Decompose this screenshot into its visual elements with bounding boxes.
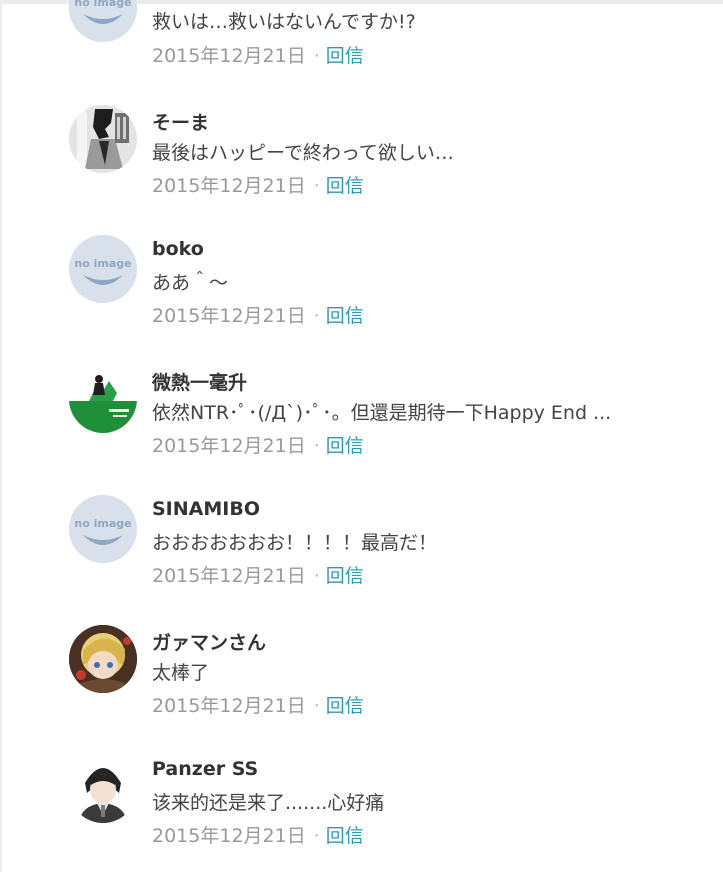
comment-text: 依然NTR･ﾟ･(/Д`)･ﾟ･。但還是期待一下Happy End ... <box>152 402 612 424</box>
comment-text: ああ＾～ <box>152 272 229 294</box>
meta-separator: · <box>313 565 320 587</box>
no-image-avatar[interactable]: no image <box>69 0 137 42</box>
no-image-avatar[interactable]: no image <box>69 235 137 303</box>
comment-author[interactable]: 微熱一毫升 <box>152 368 247 395</box>
comment-item: no image boko ああ＾～ 2015年12月21日 · 回信 <box>0 230 723 360</box>
comment-text: 救いは…救いはないんですか!? <box>152 11 416 33</box>
no-image-avatar[interactable]: no image <box>69 495 137 563</box>
svg-text:no image: no image <box>74 257 131 270</box>
comment-author[interactable]: Panzer SS <box>152 758 258 780</box>
reply-link[interactable]: 回信 <box>326 695 364 717</box>
meta-separator: · <box>313 435 320 457</box>
comment-meta: 2015年12月21日 · 回信 <box>152 821 364 848</box>
svg-text:no image: no image <box>74 517 131 530</box>
comment-meta: 2015年12月21日 · 回信 <box>152 171 364 198</box>
comment-date: 2015年12月21日 <box>152 305 306 327</box>
reply-link[interactable]: 回信 <box>326 305 364 327</box>
reply-link[interactable]: 回信 <box>326 45 364 67</box>
comment-item: そーま 最後はハッピーで終わって欲しい… 2015年12月21日 · 回信 <box>0 100 723 230</box>
meta-separator: · <box>313 695 320 717</box>
comment-date: 2015年12月21日 <box>152 825 306 847</box>
green-logo-avatar[interactable] <box>69 365 137 433</box>
comment-text: おおおおおおお！！！！最高だ！ <box>152 532 438 554</box>
comment-date: 2015年12月21日 <box>152 435 306 457</box>
anime-boy-avatar[interactable] <box>69 755 137 823</box>
comment-date: 2015年12月21日 <box>152 45 306 67</box>
comment-author[interactable]: ガァマンさん <box>152 628 266 655</box>
comment-text: 太棒了 <box>152 662 210 684</box>
comment-date: 2015年12月21日 <box>152 565 306 587</box>
meta-separator: · <box>313 175 320 197</box>
comment-author[interactable]: そーま <box>152 108 209 135</box>
comment-item: no image SINAMIBO おおおおおおお！！！！最高だ！ 2015年1… <box>0 490 723 620</box>
comment-item: ガァマンさん 太棒了 2015年12月21日 · 回信 <box>0 620 723 750</box>
reply-link[interactable]: 回信 <box>326 435 364 457</box>
anime-girl-avatar[interactable] <box>69 625 137 693</box>
reply-link[interactable]: 回信 <box>326 565 364 587</box>
comment-meta: 2015年12月21日 · 回信 <box>152 561 364 588</box>
reply-link[interactable]: 回信 <box>326 825 364 847</box>
comment-meta: 2015年12月21日 · 回信 <box>152 431 364 458</box>
comment-date: 2015年12月21日 <box>152 175 306 197</box>
comment-meta: 2015年12月21日 · 回信 <box>152 41 364 68</box>
comment-text: 最後はハッピーで終わって欲しい… <box>152 142 454 164</box>
manga-avatar[interactable] <box>69 105 137 173</box>
reply-link[interactable]: 回信 <box>326 175 364 197</box>
meta-separator: · <box>313 45 320 67</box>
comment-meta: 2015年12月21日 · 回信 <box>152 691 364 718</box>
comment-author[interactable]: boko <box>152 238 204 260</box>
svg-text:no image: no image <box>74 0 131 9</box>
comment-author[interactable]: SINAMIBO <box>152 498 260 520</box>
comment-meta: 2015年12月21日 · 回信 <box>152 301 364 328</box>
comment-item: Panzer SS 该来的还是来了.......心好痛 2015年12月21日 ·… <box>0 750 723 880</box>
meta-separator: · <box>313 825 320 847</box>
comment-date: 2015年12月21日 <box>152 695 306 717</box>
comment-text: 该来的还是来了.......心好痛 <box>152 792 385 814</box>
comment-item: 微熱一毫升 依然NTR･ﾟ･(/Д`)･ﾟ･。但還是期待一下Happy End … <box>0 360 723 490</box>
meta-separator: · <box>313 305 320 327</box>
